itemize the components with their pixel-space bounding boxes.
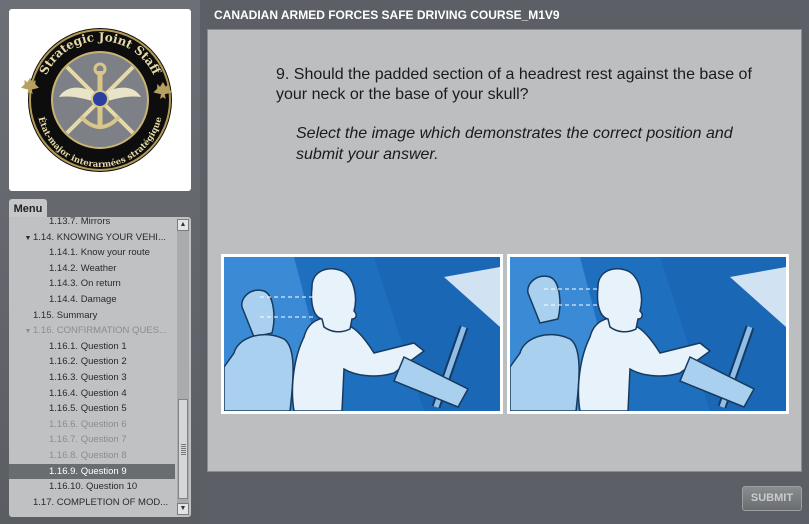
menu-item-label: 1.16. CONFIRMATION QUES... [33, 325, 167, 337]
menu-item-label: 1.15. Summary [33, 309, 98, 321]
menu-item[interactable]: 1.16.9. Question 9 [9, 463, 175, 479]
menu-item[interactable]: 1.16.2. Question 2 [9, 354, 175, 369]
menu-panel: 1.13.7. Mirrors ▼ 1.14. KNOWING YOUR VEHI.… [9, 217, 191, 517]
course-title: CANADIAN ARMED FORCES SAFE DRIVING COURS… [214, 8, 560, 22]
menu-item-label: 1.13.7. Mirrors [49, 217, 111, 227]
menu-item-label: 1.16.5. Question 5 [49, 403, 127, 415]
menu-item-label: 1.16.10. Question 10 [49, 481, 138, 493]
menu-item[interactable]: 1.16.5. Question 5 [9, 401, 175, 416]
menu-item[interactable]: 1.16.3. Question 3 [9, 370, 175, 385]
option-left-image[interactable] [221, 254, 503, 414]
menu-item-label: 1.16.7. Question 7 [49, 434, 127, 446]
scroll-down-icon[interactable]: ▼ [177, 503, 189, 515]
logo-container: Strategic Joint Staff État-major interar… [9, 9, 191, 191]
menu-item-label: 1.16.3. Question 3 [49, 372, 127, 383]
expand-arrow-icon[interactable]: ▼ [23, 324, 33, 339]
menu-item[interactable]: 1.17. COMPLETION OF MOD... [9, 495, 175, 510]
headrest-skull-illustration [510, 257, 786, 411]
menu-item[interactable]: 1.16.6. Question 6 [9, 417, 175, 432]
menu-item-label: 1.16.8. Question 8 [49, 450, 127, 461]
menu-tab[interactable]: Menu [9, 199, 47, 219]
menu-item[interactable]: 1.16.7. Question 7 [9, 432, 175, 447]
option-right-image[interactable] [507, 254, 789, 414]
question-text: 9. Should the padded section of a headre… [276, 66, 752, 103]
expand-arrow-icon[interactable]: ▼ [23, 231, 33, 246]
menu-item[interactable]: 1.16.1. Question 1 [9, 339, 175, 354]
menu-item-label: 1.16.6. Question 6 [49, 418, 127, 430]
menu-item[interactable]: 1.15. Summary [9, 308, 175, 323]
menu-item-label: 1.16.9. Question 9 [49, 465, 127, 477]
menu-item-label: 1.14.3. On return [49, 278, 121, 290]
menu-item-label: 1.14. KNOWING YOUR VEHI... [33, 231, 166, 243]
menu-item[interactable]: 1.14.4. Damage [9, 292, 175, 307]
menu-item-label: 1.16.4. Question 4 [49, 387, 127, 399]
scroll-thumb[interactable] [178, 399, 188, 499]
header-bar: CANADIAN ARMED FORCES SAFE DRIVING COURS… [200, 0, 809, 28]
menu-item[interactable]: 1.14.1. Know your route [9, 245, 175, 260]
submit-button[interactable]: SUBMIT [742, 486, 802, 511]
headrest-neck-illustration [224, 257, 500, 411]
strategic-joint-staff-logo: Strategic Joint Staff État-major interar… [21, 28, 173, 172]
menu-item-label: 1.14.2. Weather [49, 262, 117, 274]
menu-item[interactable]: ▼ 1.16. CONFIRMATION QUES... [9, 323, 175, 338]
menu-item[interactable]: 1.14.3. On return [9, 276, 175, 291]
menu-item-label: 1.14.4. Damage [49, 294, 117, 305]
left-panel: Strategic Joint Staff État-major interar… [0, 0, 200, 524]
menu-item-label: 1.14.1. Know your route [49, 247, 150, 259]
scroll-up-icon[interactable]: ▲ [177, 219, 189, 231]
menu-item[interactable]: 1.16.8. Question 8 [9, 448, 175, 463]
menu-list: 1.13.7. Mirrors ▼ 1.14. KNOWING YOUR VEHI.… [9, 217, 175, 517]
menu-item[interactable]: 1.13.7. Mirrors [9, 217, 175, 229]
menu-item[interactable]: 1.16.4. Question 4 [9, 386, 175, 401]
menu-item[interactable]: 1.16.10. Question 10 [9, 479, 175, 494]
menu-item-label: 1.17. COMPLETION OF MOD... [33, 496, 169, 508]
menu-item-label: 1.16.2. Question 2 [49, 356, 127, 368]
menu-item[interactable]: ▼ 1.14. KNOWING YOUR VEHI... [9, 230, 175, 245]
question-instruction: Select the image which demonstrates the … [296, 125, 733, 163]
slide-content: 9. Should the padded section of a headre… [207, 29, 802, 472]
menu-item[interactable]: 1.14.2. Weather [9, 261, 175, 276]
menu-scrollbar[interactable]: ▲ ▼ [177, 219, 189, 515]
menu-item-label: 1.16.1. Question 1 [49, 340, 127, 352]
